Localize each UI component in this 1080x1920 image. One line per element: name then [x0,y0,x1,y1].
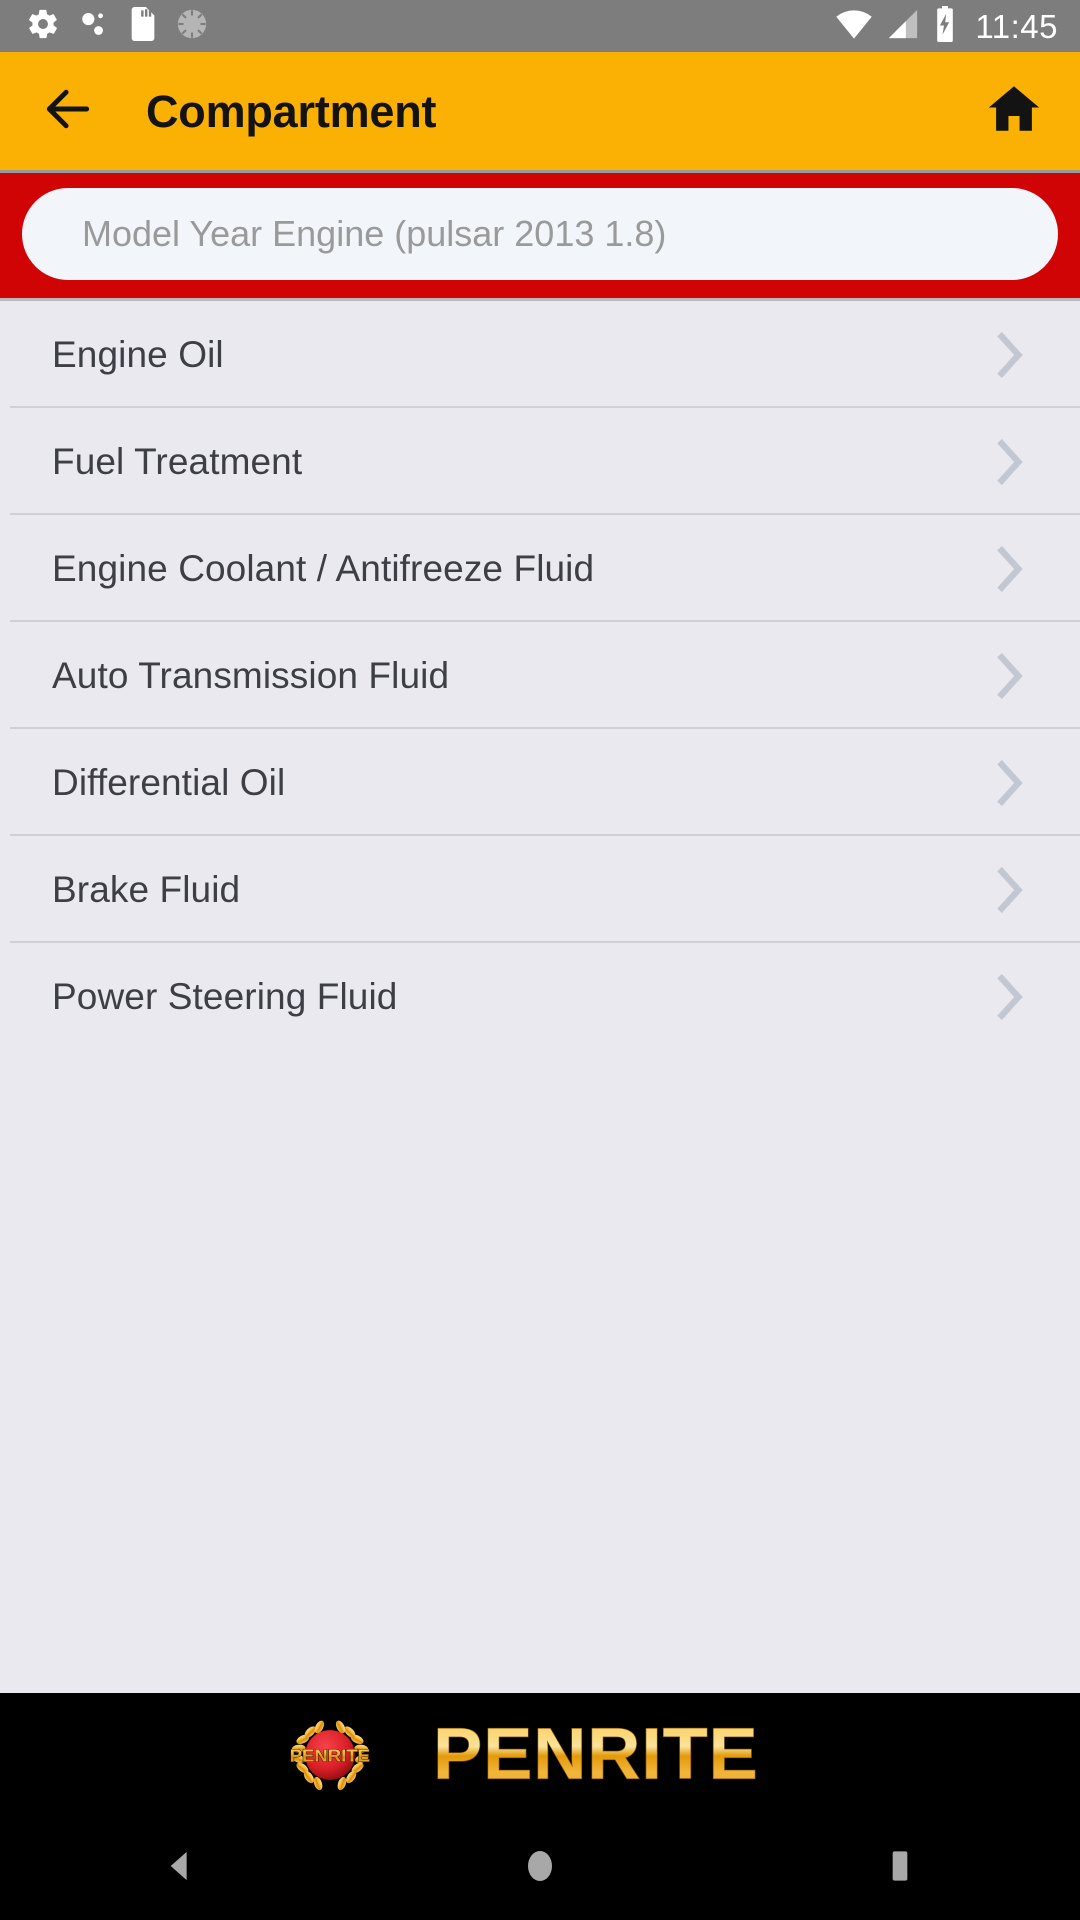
list-item-label: Engine Oil [52,334,224,375]
chevron-right-icon [994,757,1028,809]
list-item-label: Auto Transmission Fluid [52,655,450,696]
list-item-label: Fuel Treatment [52,441,303,482]
penrite-badge-text: PENRITE [290,1745,370,1764]
android-navigation-bar [0,1816,1080,1920]
circle-home-icon [520,1846,560,1891]
app-bar: Compartment [0,52,1080,173]
chevron-right-icon [994,650,1028,702]
penrite-wordmark-text: PENRITE [433,1718,758,1792]
status-bar-clock: 11:45 [975,7,1058,45]
list-item-label: Engine Coolant / Antifreeze Fluid [52,548,595,589]
list-item[interactable]: Engine Oil [0,301,1080,408]
list-item[interactable]: Auto Transmission Fluid [0,622,1080,729]
search-input-placeholder: Model Year Engine (pulsar 2013 1.8) [82,213,667,254]
status-bar: 11:45 [0,0,1080,52]
chevron-right-icon [994,971,1028,1023]
battery-charging-icon [933,5,957,47]
list-item[interactable]: Fuel Treatment [0,408,1080,515]
settings-gear-icon [26,7,60,46]
list-item[interactable]: Brake Fluid [0,836,1080,943]
list-item-label: Brake Fluid [52,869,241,910]
page-title: Compartment [146,85,437,137]
nav-recents-button[interactable] [720,1846,1080,1891]
back-button[interactable] [32,75,104,147]
arrow-left-icon [40,81,96,142]
sd-card-icon [128,6,158,46]
penrite-badge-icon: PENRITE [284,1709,376,1801]
compartment-list: Engine Oil Fuel Treatment Engine Coolant… [0,301,1080,1693]
home-icon [985,80,1043,143]
app-screen: 11:45 Compartment Model Year Engine (pul… [0,0,1080,1920]
status-bar-left-icons [26,6,209,46]
nav-back-button[interactable] [0,1846,360,1891]
wifi-icon [835,7,873,46]
chevron-right-icon [994,864,1028,916]
list-item-label: Power Steering Fluid [52,976,398,1017]
nav-home-button[interactable] [360,1846,720,1891]
search-band: Model Year Engine (pulsar 2013 1.8) [0,170,1080,298]
penrite-wordmark: PENRITE [396,1713,796,1795]
app-bar-divider [0,170,1080,173]
penrite-footer-logo: PENRITE PENRITE [0,1693,1080,1816]
chevron-right-icon [994,329,1028,381]
home-button[interactable] [978,75,1050,147]
list-item[interactable]: Engine Coolant / Antifreeze Fluid [0,515,1080,622]
square-recents-icon [880,1846,920,1891]
chevron-right-icon [994,543,1028,595]
chevron-right-icon [994,436,1028,488]
list-item[interactable]: Differential Oil [0,729,1080,836]
model-year-engine-field[interactable]: Model Year Engine (pulsar 2013 1.8) [22,188,1058,280]
triangle-back-icon [160,1846,200,1891]
list-item[interactable]: Power Steering Fluid [0,943,1080,1050]
sync-spinner-icon [175,7,209,46]
developer-bubbles-icon [77,7,111,46]
cellular-signal-icon [886,7,920,46]
status-bar-right-icons: 11:45 [835,5,1058,47]
list-item-label: Differential Oil [52,762,286,803]
